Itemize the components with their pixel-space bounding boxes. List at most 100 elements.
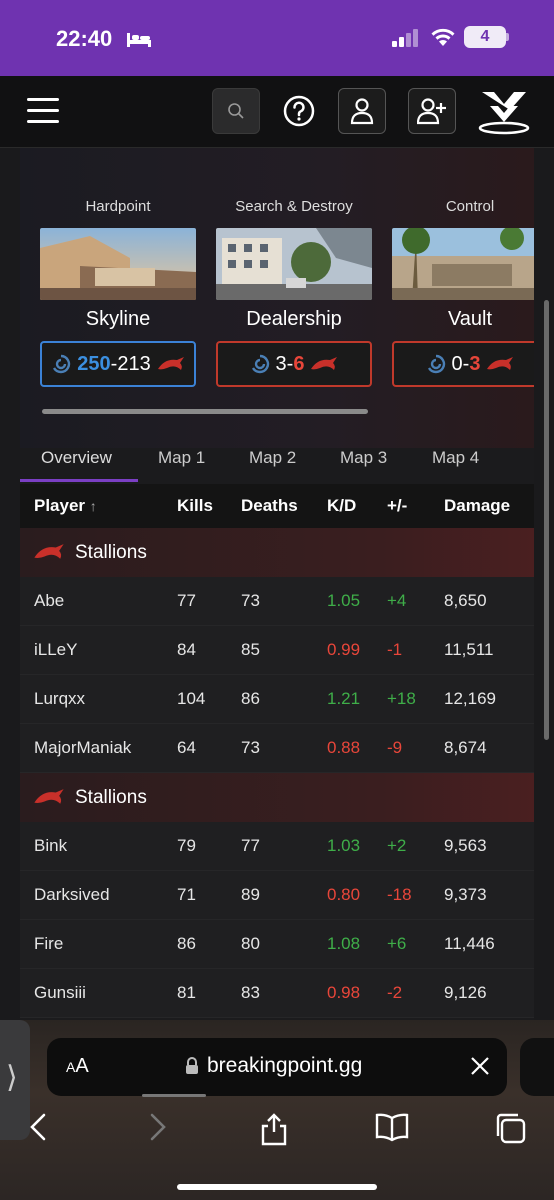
player-name[interactable]: Fire xyxy=(34,934,63,954)
header-kills[interactable]: Kills xyxy=(177,496,213,516)
table-header: Player ↑ Kills Deaths K/D +/- Damage xyxy=(20,484,534,528)
user-icon xyxy=(350,98,374,125)
opponent-team-logo-icon xyxy=(53,354,71,374)
back-icon[interactable] xyxy=(28,1112,48,1142)
forward-icon[interactable] xyxy=(148,1112,168,1142)
page-load-progress xyxy=(142,1094,206,1097)
menu-icon[interactable] xyxy=(27,98,59,124)
score-right: 3 xyxy=(469,352,481,375)
player-name[interactable]: Lurqxx xyxy=(34,689,85,709)
table-row[interactable]: MajorManiak 64 73 0.88 -9 8,674 xyxy=(20,724,534,773)
map-card-2[interactable]: Search & Destroy Dealership 3-6 xyxy=(216,198,374,387)
tab-map-3[interactable]: Map 3 xyxy=(340,448,387,468)
stallions-logo-icon xyxy=(34,544,64,559)
sort-ascending-icon: ↑ xyxy=(89,498,97,514)
damage: 9,126 xyxy=(444,983,487,1002)
chevron-right-icon: ⟩ xyxy=(6,1061,18,1094)
tab-map-4[interactable]: Map 4 xyxy=(432,448,479,468)
profile-button[interactable] xyxy=(338,88,386,134)
battery-indicator: 4 xyxy=(464,26,506,48)
deaths: 86 xyxy=(241,689,260,708)
map-thumbnail-skyline xyxy=(40,228,196,300)
table-row[interactable]: Darksived 71 89 0.80 -18 9,373 xyxy=(20,871,534,920)
search-button[interactable] xyxy=(212,88,260,134)
close-icon[interactable] xyxy=(469,1055,491,1077)
player-name[interactable]: MajorManiak xyxy=(34,738,131,758)
map-card-1[interactable]: Hardpoint Skyline 250-213 xyxy=(40,198,198,387)
breakingpoint-logo[interactable] xyxy=(476,88,532,136)
reader-settings-button[interactable]: AA xyxy=(66,1055,89,1078)
cellular-signal-icon xyxy=(392,29,418,47)
stallions-logo-icon xyxy=(157,357,184,370)
table-row[interactable]: Bink 79 77 1.03 +2 9,563 xyxy=(20,822,534,871)
player-name[interactable]: Gunsiii xyxy=(34,983,86,1003)
tab-map-2[interactable]: Map 2 xyxy=(249,448,296,468)
bookmarks-icon[interactable] xyxy=(375,1112,409,1142)
header-plus-minus[interactable]: +/- xyxy=(387,496,407,516)
kills: 79 xyxy=(177,836,196,855)
next-tab-peek[interactable] xyxy=(520,1038,554,1096)
table-row[interactable]: Gunsiii 81 83 0.98 -2 9,126 xyxy=(20,969,534,1018)
plus-minus: +4 xyxy=(387,591,407,610)
player-name[interactable]: Darksived xyxy=(34,885,110,905)
help-icon xyxy=(283,95,315,127)
header-player[interactable]: Player ↑ xyxy=(34,496,97,516)
table-row[interactable]: Lurqxx 104 86 1.21 +18 12,169 xyxy=(20,675,534,724)
map-results-carousel[interactable]: Hardpoint Skyline 250-213 Search & Destr… xyxy=(40,198,534,388)
wifi-icon xyxy=(431,28,455,46)
kd: 0.99 xyxy=(327,640,361,659)
url-text[interactable]: breakingpoint.gg xyxy=(207,1054,362,1078)
tabs-icon[interactable] xyxy=(494,1112,526,1144)
map-card-3[interactable]: Control Vault 0-3 xyxy=(392,198,534,387)
map-mode: Control xyxy=(445,198,495,215)
map-mode: Hardpoint xyxy=(85,198,151,215)
kd: 0.88 xyxy=(327,738,361,757)
tab-overview[interactable]: Overview xyxy=(41,448,112,468)
address-bar[interactable]: AA breakingpoint.gg xyxy=(47,1038,507,1096)
player-stats-table: Player ↑ Kills Deaths K/D +/- Damage Sta… xyxy=(20,484,534,1018)
header-damage[interactable]: Damage xyxy=(444,496,510,516)
table-row[interactable]: Fire 86 80 1.08 +6 11,446 xyxy=(20,920,534,969)
kills: 64 xyxy=(177,738,196,757)
map-name: Dealership xyxy=(246,308,342,330)
kills: 71 xyxy=(177,885,196,904)
player-name[interactable]: Abe xyxy=(34,591,64,611)
active-tab-indicator xyxy=(20,479,138,482)
kd: 1.21 xyxy=(327,689,361,708)
header-deaths[interactable]: Deaths xyxy=(241,496,298,516)
tab-map-1[interactable]: Map 1 xyxy=(158,448,205,468)
opponent-team-logo-icon xyxy=(251,354,269,374)
damage: 9,373 xyxy=(444,885,487,904)
top-navigation xyxy=(0,76,554,148)
deaths: 73 xyxy=(241,591,260,610)
table-row[interactable]: Abe 77 73 1.05 +4 8,650 xyxy=(20,577,534,626)
vertical-scrollbar[interactable] xyxy=(544,300,549,740)
add-friend-button[interactable] xyxy=(408,88,456,134)
deaths: 80 xyxy=(241,934,260,953)
player-name[interactable]: iLLeY xyxy=(34,640,77,660)
help-button[interactable] xyxy=(275,88,323,134)
map-score-box: 3-6 xyxy=(216,341,372,387)
score-left: 0 xyxy=(451,352,463,375)
score-right: 213 xyxy=(117,352,151,375)
team-name: Stallions xyxy=(75,541,147,563)
map-mode: Search & Destroy xyxy=(235,198,353,215)
map-thumbnail-dealership xyxy=(216,228,372,300)
search-icon xyxy=(228,103,244,119)
opponent-team-logo-icon xyxy=(427,354,445,374)
horizontal-scrollbar[interactable] xyxy=(42,409,368,414)
header-kd[interactable]: K/D xyxy=(327,496,356,516)
kills: 81 xyxy=(177,983,196,1002)
plus-minus: -2 xyxy=(387,983,403,1002)
score-left: 250 xyxy=(77,352,111,375)
share-icon[interactable] xyxy=(260,1112,288,1146)
kd: 0.98 xyxy=(327,983,361,1002)
map-tabs: Overview Map 1 Map 2 Map 3 Map 4 xyxy=(20,438,534,482)
browser-toolbar: ⟩ AA breakingpoint.gg xyxy=(0,1020,554,1200)
player-name[interactable]: Bink xyxy=(34,836,67,856)
damage: 11,511 xyxy=(444,640,494,659)
table-row[interactable]: iLLeY 84 85 0.99 -1 11,511 xyxy=(20,626,534,675)
home-indicator[interactable] xyxy=(177,1184,377,1190)
damage: 8,674 xyxy=(444,738,487,757)
kills: 84 xyxy=(177,640,196,659)
